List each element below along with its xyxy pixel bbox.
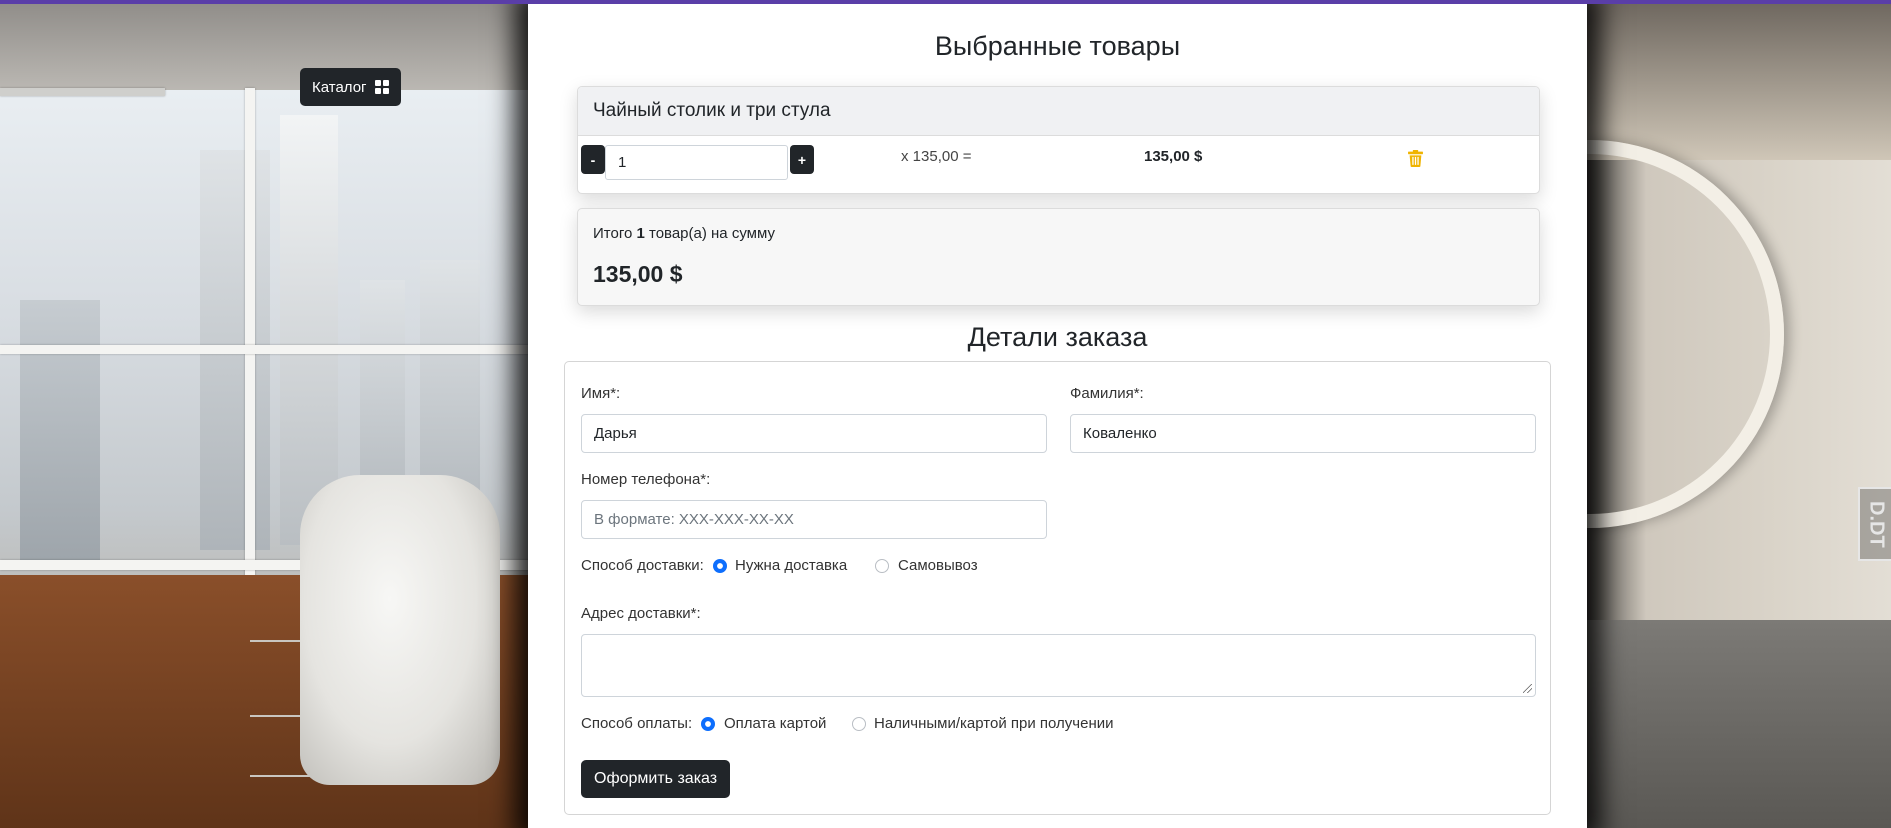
cart-title: Выбранные товары [934, 31, 1181, 61]
delivery-label: Способ доставки: [581, 557, 704, 574]
cart-summary: Итого 1 товар(а) на сумму 135,00 $ [577, 208, 1540, 306]
payment-option-card[interactable]: Оплата картой [724, 715, 826, 732]
payment-option-cash[interactable]: Наличными/картой при получении [874, 715, 1113, 732]
address-textarea[interactable] [581, 634, 1536, 697]
grid-icon [374, 80, 389, 94]
cart-item-row: - + x 135,00 = 135,00 $ [578, 136, 1539, 193]
quantity-input[interactable] [605, 145, 788, 180]
summary-prefix: Итого [593, 225, 637, 242]
phone-label: Номер телефона*: [581, 471, 711, 488]
delivery-option-pickup[interactable]: Самовывоз [898, 557, 978, 574]
delivery-option-needed[interactable]: Нужна доставка [735, 557, 847, 574]
summary-suffix: товар(а) на сумму [644, 225, 775, 242]
last-name-field[interactable]: Коваленко [1070, 414, 1536, 453]
first-name-field[interactable]: Дарья [581, 414, 1047, 453]
resize-handle[interactable] [1523, 684, 1532, 693]
trash-icon[interactable] [1408, 150, 1423, 167]
summary-line: Итого 1 товар(а) на сумму [593, 225, 775, 242]
quantity-increase-button[interactable]: + [790, 145, 814, 174]
payment-radio-cash[interactable] [852, 717, 866, 731]
unit-price: x 135,00 = [901, 148, 972, 165]
main-panel: Выбранные товары Чайный столик и три сту… [528, 4, 1587, 828]
wall-logo: D.DT [1858, 487, 1891, 561]
order-title: Детали заказа [967, 322, 1148, 352]
delivery-radio-pickup[interactable] [875, 559, 889, 573]
cart-item-card: Чайный столик и три стула - + x 135,00 =… [577, 86, 1540, 194]
catalog-button-label: Каталог [312, 78, 367, 96]
summary-total: 135,00 $ [593, 261, 683, 287]
catalog-button[interactable]: Каталог [300, 68, 401, 106]
line-total: 135,00 $ [1144, 148, 1203, 165]
payment-radio-card[interactable] [701, 717, 715, 731]
summary-count: 1 [636, 225, 645, 242]
address-label: Адрес доставки*: [581, 605, 701, 622]
cart-item-name: Чайный столик и три стула [578, 87, 1539, 136]
submit-order-button[interactable]: Оформить заказ [581, 760, 731, 798]
order-form: Имя*: Дарья Фамилия*: Коваленко Номер те… [564, 361, 1551, 815]
last-name-label: Фамилия*: [1070, 385, 1144, 402]
office-chair [300, 475, 500, 785]
phone-field[interactable]: В формате: XXX-XXX-XX-XX [581, 500, 1047, 539]
payment-label: Способ оплаты: [581, 715, 693, 732]
first-name-label: Имя*: [581, 385, 621, 402]
top-accent-bar [0, 0, 1891, 4]
delivery-radio-needed[interactable] [713, 559, 727, 573]
quantity-decrease-button[interactable]: - [581, 145, 605, 174]
